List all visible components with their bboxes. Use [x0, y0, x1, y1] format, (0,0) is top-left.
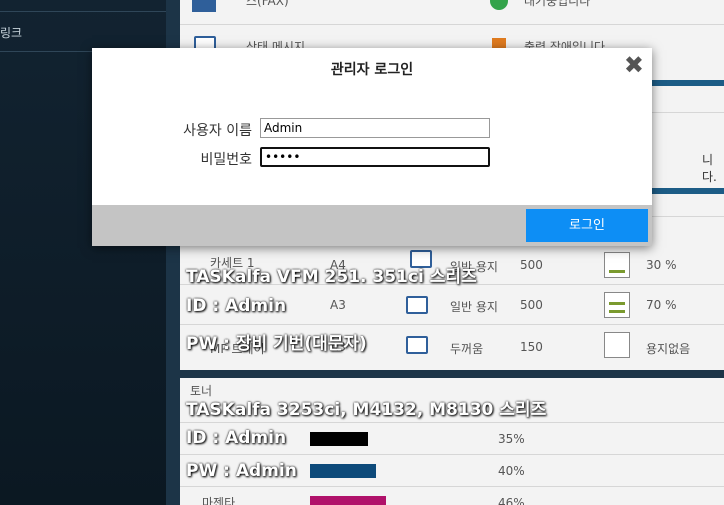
close-icon[interactable]: ✖ — [624, 53, 644, 77]
username-input[interactable] — [260, 118, 490, 138]
tray-capacity: 500 — [520, 258, 543, 272]
tray-level: 용지없음 — [646, 342, 691, 356]
toner-level-bar — [310, 432, 368, 446]
login-button[interactable]: 로그인 — [526, 209, 648, 242]
row-divider — [180, 486, 724, 487]
tray-type: 일반 용지 — [450, 300, 498, 314]
row-divider — [180, 454, 724, 455]
admin-login-dialog: 관리자 로그인 ✖ 사용자 이름 비밀번호 로그인 — [92, 48, 652, 246]
caption-id-2: ID : Admin — [186, 428, 287, 448]
tray-size: A3 — [330, 298, 346, 312]
tray-level: 30 % — [646, 258, 677, 272]
ready-status-icon — [490, 0, 508, 10]
dialog-title: 관리자 로그인 — [330, 62, 414, 78]
sidebar-divider — [0, 11, 166, 12]
dialog-footer: 로그인 — [92, 205, 652, 246]
tray-type: 두꺼움 — [450, 342, 484, 356]
tray-capacity: 150 — [520, 340, 543, 354]
row-divider — [180, 324, 724, 325]
caption-pw-1: PW : 장비 기번(대문자) — [186, 334, 367, 354]
row-divider — [180, 24, 724, 25]
toner-name: 마젠타 — [202, 496, 236, 505]
tray-level: 70 % — [646, 298, 677, 312]
tray-level-icon — [604, 252, 630, 278]
fax-label: 스(FAX) — [246, 0, 289, 8]
caption-id-1: ID : Admin — [186, 296, 287, 316]
caption-model-2: TASKalfa 3253ci, M4132, M8130 스리즈 — [186, 400, 547, 420]
toner-percent: 35% — [498, 432, 525, 446]
password-input[interactable] — [260, 147, 490, 167]
sidebar-link[interactable]: 링크 — [0, 24, 22, 41]
ready-status-text: 대기중입니다 — [524, 0, 591, 8]
caption-pw-2: PW : Admin — [186, 461, 297, 481]
status-text: 니다. — [702, 153, 717, 184]
paper-icon — [406, 336, 428, 354]
tray-level-icon — [604, 292, 630, 318]
paper-icon — [406, 296, 428, 314]
row-divider — [180, 422, 724, 423]
fax-icon — [192, 0, 216, 12]
toner-level-bar — [310, 496, 386, 505]
toner-level-bar — [310, 464, 376, 478]
toner-percent: 40% — [498, 464, 525, 478]
password-label: 비밀번호 — [200, 152, 252, 168]
tray-level-icon — [604, 332, 630, 358]
toner-percent: 46% — [498, 496, 525, 505]
username-label: 사용자 이름 — [183, 123, 252, 139]
tray-capacity: 500 — [520, 298, 543, 312]
caption-model-1: TASKalfa VFM 251. 351ci 스리즈 — [186, 267, 477, 287]
